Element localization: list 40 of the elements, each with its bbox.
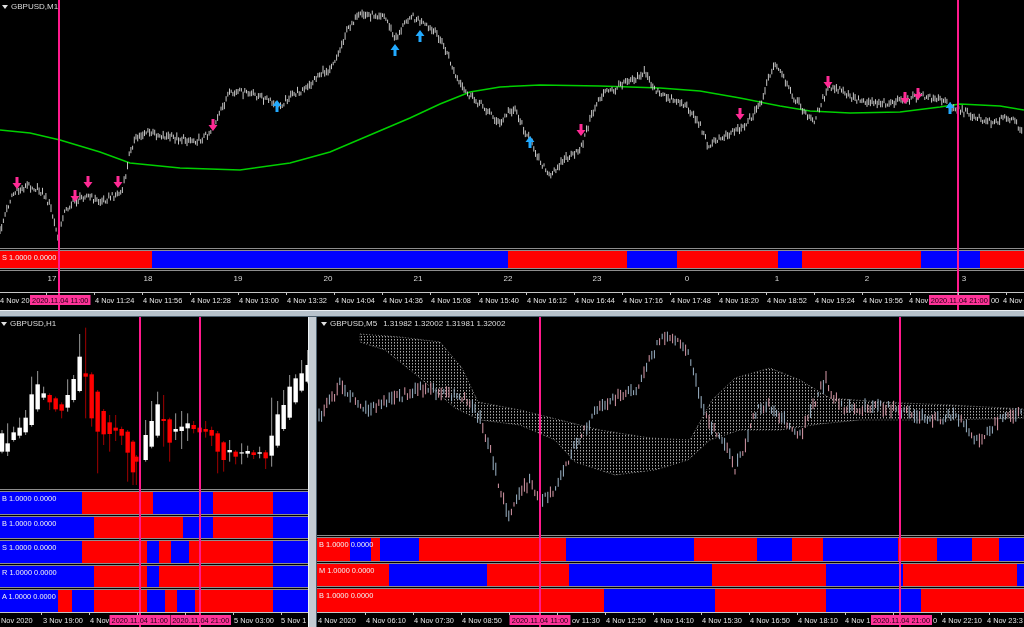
arrow-down-icon [823,76,833,88]
signal-segment [999,538,1024,561]
price-quote: 1.31982 1.32002 1.31981 1.32002 [383,319,506,329]
arrow-down-icon [113,176,123,188]
chart-title: GBPUSD,M5 [330,319,378,329]
hour-label: 18 [143,274,153,283]
signal-segment [82,492,153,514]
chart-title: GBPUSD,H1 [10,319,57,329]
chart-title: GBPUSD,M1 [11,2,59,12]
signal-segment [972,538,999,561]
hour-label: 0 [684,274,690,283]
signal-segment [317,563,389,587]
hour-label: 17 [47,274,57,283]
caret-down-icon [321,322,327,326]
hour-label: 19 [233,274,243,283]
arrow-down-icon [900,92,910,104]
arrow-up-icon [390,44,400,56]
hour-label: 23 [592,274,602,283]
hour-label: 20 [323,274,333,283]
arrow-up-icon [415,30,425,42]
hour-label: 21 [413,274,423,283]
hour-label: 2 [864,274,870,283]
arrow-down-icon [208,119,218,131]
signal-segment [980,251,1024,268]
signal-segment [937,538,972,561]
arrow-down-icon [735,108,745,120]
arrow-down-icon [913,88,923,100]
caret-down-icon [2,5,8,9]
arrow-down-icon [576,124,586,136]
hour-label: 1 [774,274,780,283]
arrow-down-icon [12,177,22,189]
hour-label: 22 [503,274,513,283]
hour-label: 3 [961,274,967,283]
arrow-down-icon [70,190,80,202]
arrow-up-icon [525,136,535,148]
caret-down-icon [1,322,7,326]
arrow-up-icon [945,102,955,114]
signal-segment [153,492,213,514]
arrow-down-icon [83,176,93,188]
arrow-up-icon [272,100,282,112]
